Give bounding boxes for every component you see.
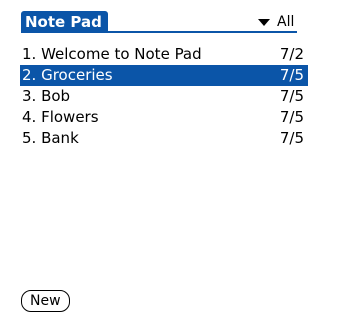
notepad-screen: Note Pad All 1. Welcome to Note Pad 7/2 … xyxy=(20,8,317,320)
new-note-button[interactable]: New xyxy=(21,290,70,312)
category-label[interactable]: All xyxy=(277,12,294,32)
note-date: 7/5 xyxy=(279,66,304,84)
dropdown-triangle-icon[interactable] xyxy=(258,18,270,26)
note-row[interactable]: 4. Flowers 7/5 xyxy=(20,107,308,128)
note-date: 7/5 xyxy=(279,108,304,126)
note-date: 7/5 xyxy=(279,129,304,147)
note-row[interactable]: 3. Bob 7/5 xyxy=(20,86,308,107)
category-picker[interactable]: All xyxy=(258,12,294,32)
note-row[interactable]: 5. Bank 7/5 xyxy=(20,128,308,149)
note-title: 4. Flowers xyxy=(22,108,99,126)
note-title: 2. Groceries xyxy=(22,66,113,84)
note-row[interactable]: 1. Welcome to Note Pad 7/2 xyxy=(20,44,308,65)
note-date: 7/5 xyxy=(279,87,304,105)
note-title: 1. Welcome to Note Pad xyxy=(22,45,202,63)
title-bar-rule xyxy=(21,31,297,33)
note-title: 5. Bank xyxy=(22,129,79,147)
app-title: Note Pad xyxy=(21,11,108,33)
note-title: 3. Bob xyxy=(22,87,71,105)
note-date: 7/2 xyxy=(279,45,304,63)
note-row[interactable]: 2. Groceries 7/5 xyxy=(20,65,308,86)
notes-list: 1. Welcome to Note Pad 7/2 2. Groceries … xyxy=(20,44,308,149)
